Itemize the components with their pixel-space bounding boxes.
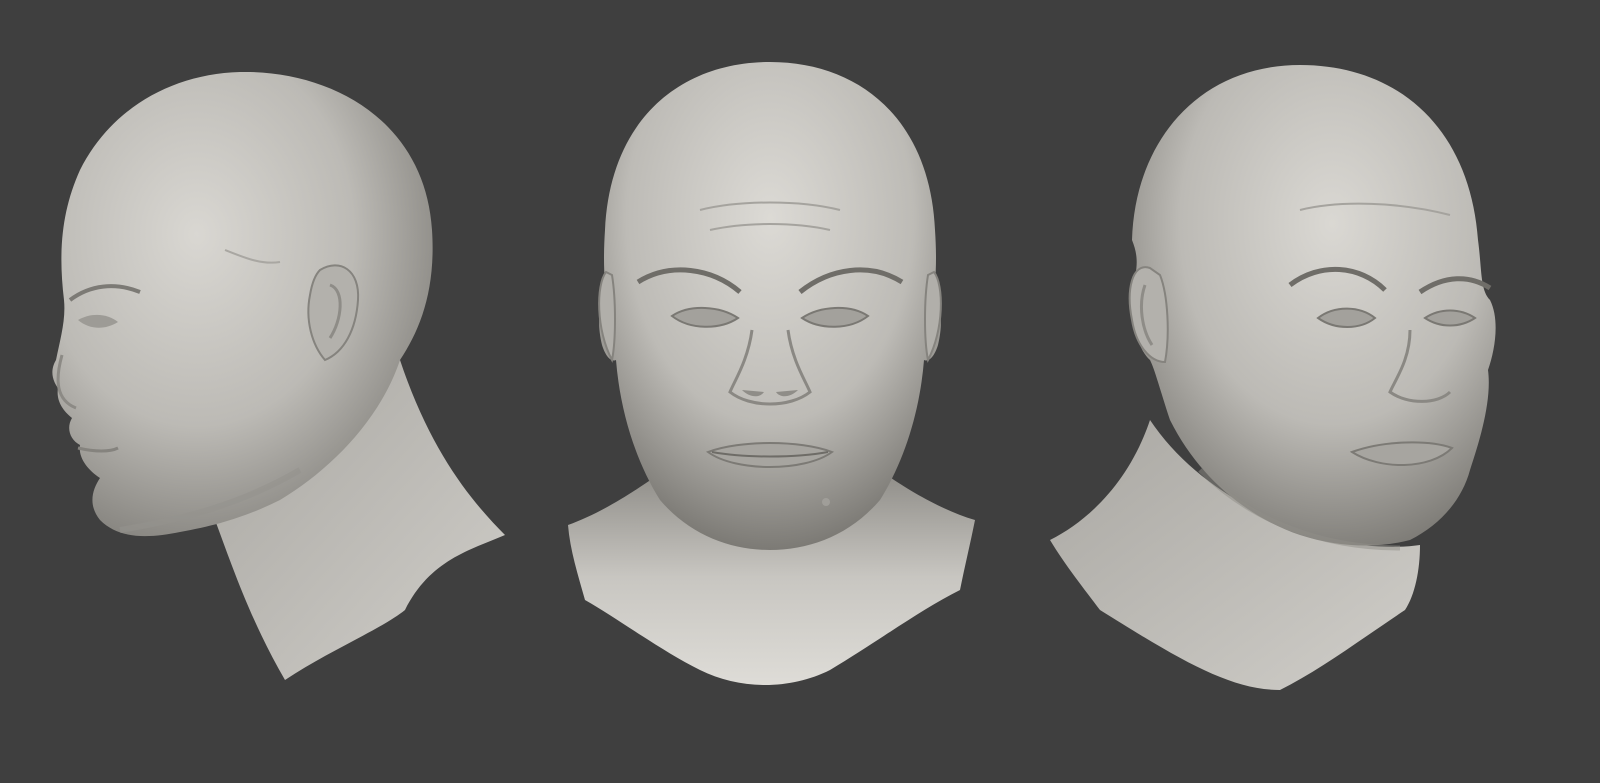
head-right-three-quarter <box>1050 65 1496 690</box>
sculpt-render <box>52 62 1496 690</box>
skull-front <box>599 62 941 550</box>
render-canvas <box>0 0 1600 783</box>
head-front <box>568 62 975 685</box>
head-left-profile <box>52 71 505 680</box>
